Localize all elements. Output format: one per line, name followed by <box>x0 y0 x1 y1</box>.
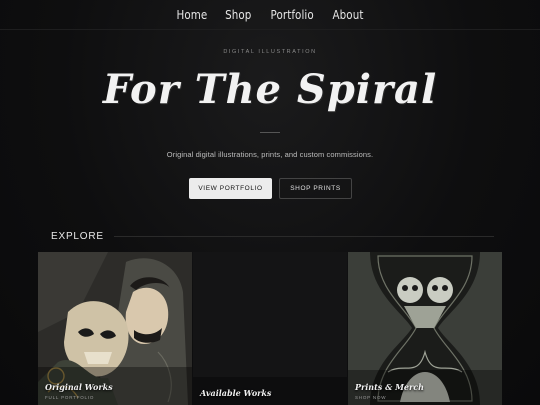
card-original-works-subtitle: FULL PORTFOLIO <box>45 395 95 400</box>
nav-home-link[interactable]: Home <box>177 8 208 22</box>
top-nav: Home Shop Portfolio About <box>0 0 540 30</box>
card-prints-merch-title: Prints & Merch <box>355 382 424 392</box>
nav-about-link[interactable]: About <box>332 8 363 22</box>
hero-subtitle: Original digital illustrations, prints, … <box>166 150 374 159</box>
card-available-works-title: Available Works <box>200 388 272 398</box>
card-available-works[interactable]: Available Works <box>193 252 347 405</box>
available-works-image <box>193 252 347 405</box>
hero-title: For The Spiral <box>102 66 438 113</box>
explore-header: EXPLORE <box>51 231 494 242</box>
hero-divider <box>260 132 280 133</box>
card-original-works-title: Original Works <box>45 382 113 392</box>
explore-title: EXPLORE <box>51 231 104 242</box>
shop-prints-button[interactable]: SHOP PRINTS <box>279 178 352 199</box>
nav-shop-link[interactable]: Shop <box>225 8 251 22</box>
card-prints-merch[interactable]: Prints & Merch SHOP NOW <box>348 252 502 405</box>
explore-divider <box>113 236 494 237</box>
view-portfolio-button[interactable]: VIEW PORTFOLIO <box>189 178 272 199</box>
nav-portfolio-link[interactable]: Portfolio <box>270 8 313 22</box>
card-prints-merch-subtitle: SHOP NOW <box>355 395 387 400</box>
hero-eyebrow: DIGITAL ILLUSTRATION <box>223 49 317 55</box>
card-original-works[interactable]: Original Works FULL PORTFOLIO <box>38 252 192 405</box>
